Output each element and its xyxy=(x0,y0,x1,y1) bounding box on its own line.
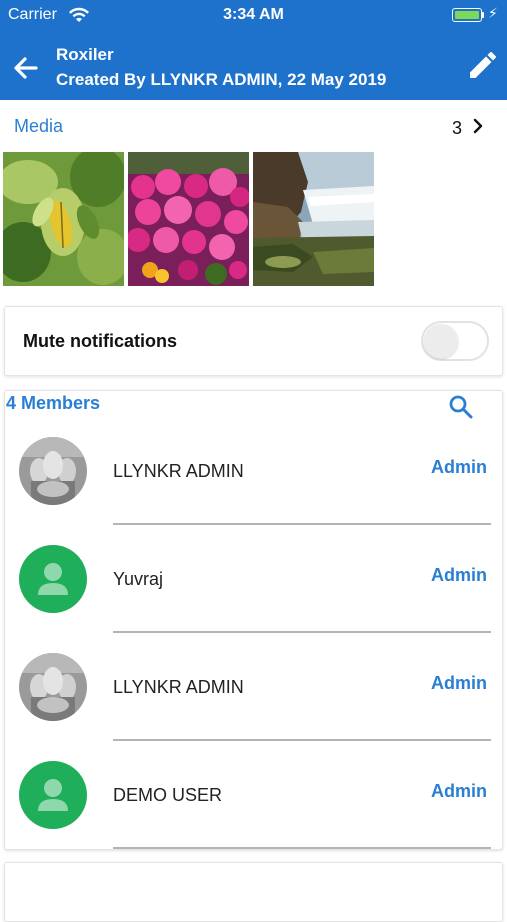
person-icon xyxy=(38,779,68,811)
toggle-knob xyxy=(424,324,458,358)
member-name: DEMO USER xyxy=(113,785,223,805)
avatar xyxy=(19,437,87,505)
media-thumbnail-flowers[interactable] xyxy=(128,152,249,286)
group-created-by: Created By LLYNKR ADMIN, 22 May 2019 xyxy=(56,70,387,89)
media-thumbnail-waterfall[interactable] xyxy=(253,152,374,286)
default-person-avatar xyxy=(19,761,87,829)
divider xyxy=(113,847,491,849)
battery-icon xyxy=(452,8,482,22)
member-row[interactable]: LLYNKR ADMIN Admin xyxy=(5,391,504,525)
group-title: Roxiler xyxy=(56,45,114,64)
member-name: LLYNKR ADMIN xyxy=(113,677,244,697)
default-person-avatar xyxy=(19,545,87,613)
member-row[interactable]: LLYNKR ADMIN Admin xyxy=(5,607,504,741)
media-thumbnail-leaf[interactable] xyxy=(3,152,124,286)
charging-icon: ⚡ xyxy=(488,5,498,21)
status-time: 3:34 AM xyxy=(223,6,284,23)
member-role-badge: Admin xyxy=(431,781,487,801)
member-role-badge: Admin xyxy=(431,457,487,477)
media-count: 3 xyxy=(452,118,463,138)
battery-tip xyxy=(482,12,484,18)
pencil-icon[interactable] xyxy=(462,48,500,86)
member-row[interactable]: DEMO USER Admin xyxy=(5,715,504,849)
mute-notifications-toggle[interactable] xyxy=(421,321,489,361)
arrow-left-icon[interactable] xyxy=(8,50,44,86)
member-name: LLYNKR ADMIN xyxy=(113,461,244,481)
member-role-badge: Admin xyxy=(431,565,487,585)
app-header-bar: Carrier 3:34 AM ⚡ Roxiler Created By LLY… xyxy=(0,0,507,100)
next-section-card xyxy=(4,862,503,922)
member-row[interactable]: Yuvraj Admin xyxy=(5,499,504,633)
members-card: 4 Members LLYNKR ADMIN Admin Yuvraj Admi… xyxy=(4,390,503,850)
chevron-right-icon[interactable] xyxy=(470,117,486,135)
media-label[interactable]: Media xyxy=(14,116,63,137)
member-name: Yuvraj xyxy=(113,569,164,589)
mute-notifications-label: Mute notifications xyxy=(23,331,177,351)
mute-notifications-card: Mute notifications xyxy=(4,306,503,376)
person-icon xyxy=(38,563,68,595)
media-row[interactable] xyxy=(0,100,507,150)
avatar xyxy=(19,653,87,721)
member-role-badge: Admin xyxy=(431,673,487,693)
status-bar: Carrier 3:34 AM ⚡ xyxy=(0,0,507,32)
